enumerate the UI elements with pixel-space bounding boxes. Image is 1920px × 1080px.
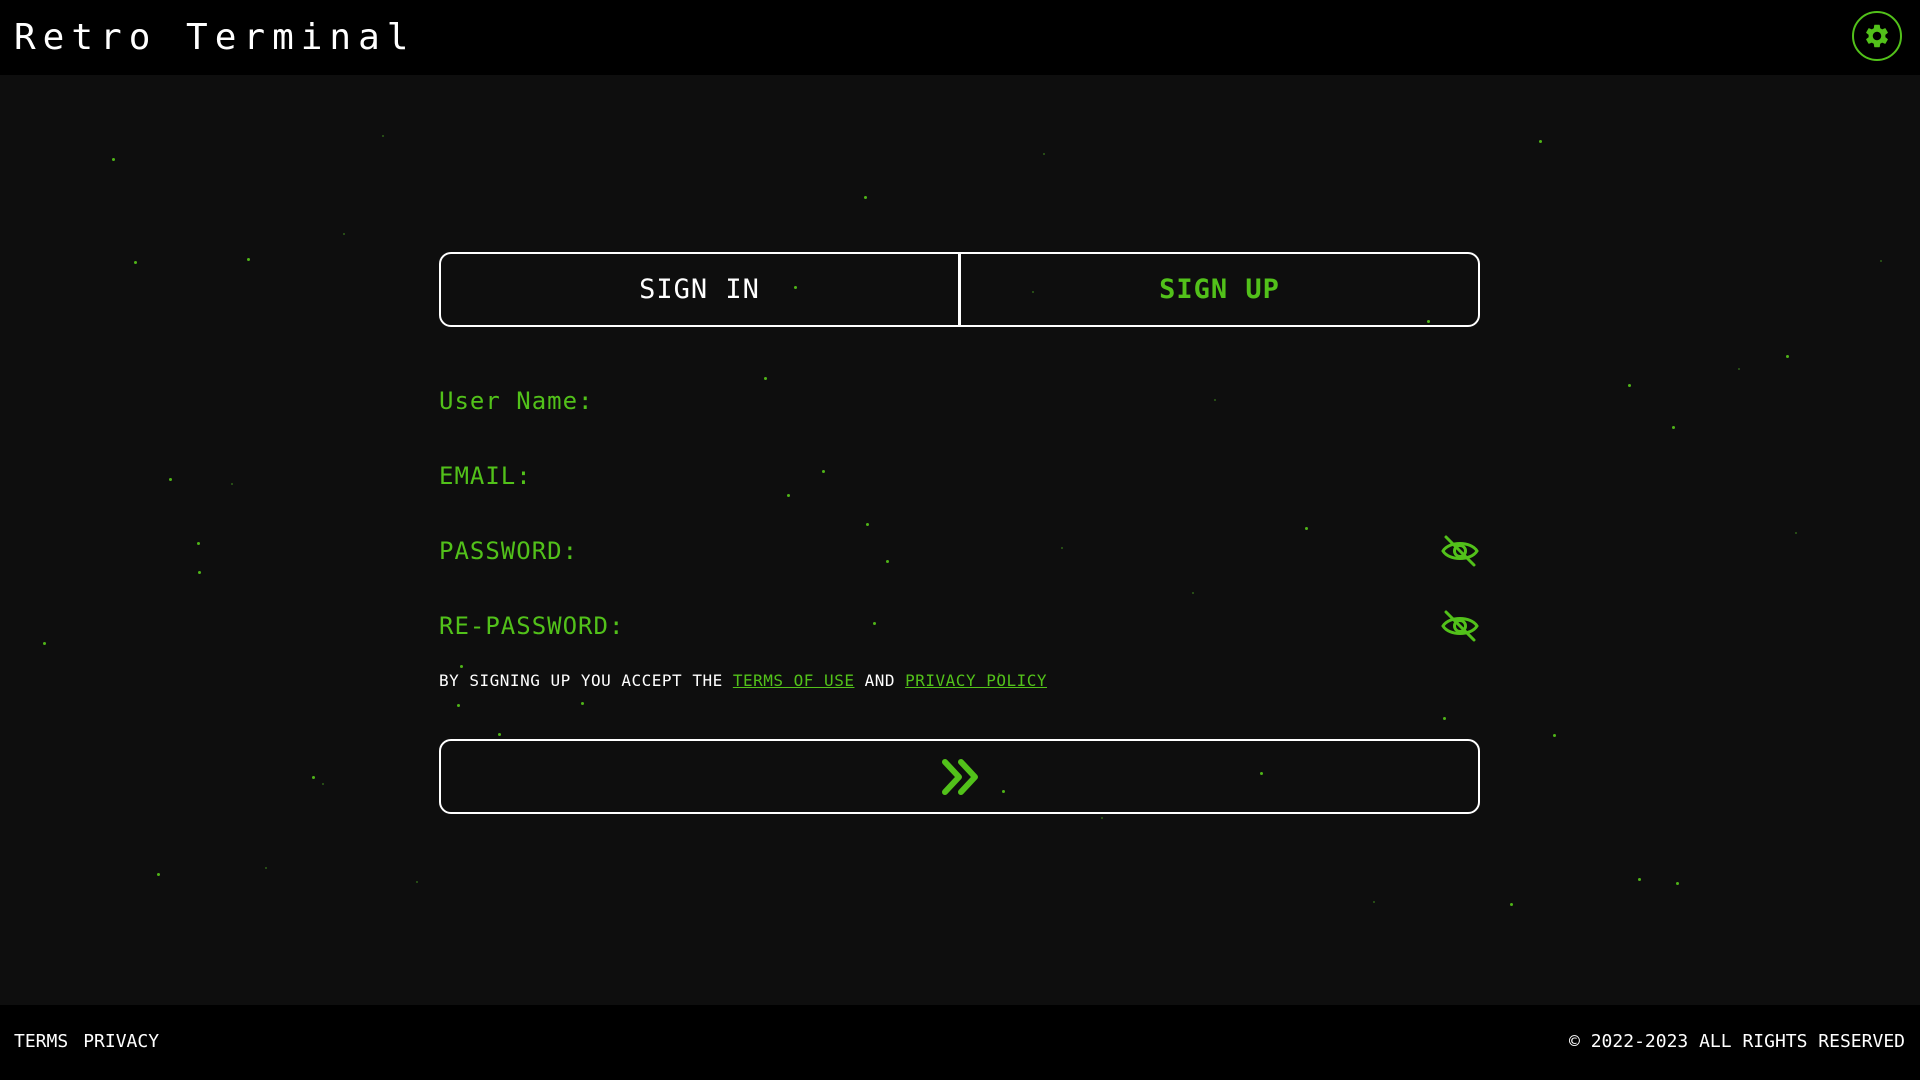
star bbox=[169, 478, 172, 481]
star bbox=[1101, 817, 1103, 819]
star bbox=[343, 233, 345, 235]
star bbox=[864, 196, 867, 199]
star bbox=[134, 261, 137, 264]
password-input[interactable] bbox=[588, 529, 1440, 572]
star bbox=[1672, 426, 1675, 429]
page: Retro Terminal SIGN IN SIGN UP User Name… bbox=[0, 0, 1920, 1080]
footer-privacy-link[interactable]: PRIVACY bbox=[83, 1031, 159, 1052]
star bbox=[231, 483, 233, 485]
eye-off-icon bbox=[1441, 535, 1479, 566]
footer-links: TERMS PRIVACY bbox=[14, 1031, 159, 1052]
star bbox=[247, 258, 250, 261]
signup-form: SIGN IN SIGN UP User Name: EMAIL: PASSWO… bbox=[439, 252, 1480, 814]
star bbox=[112, 158, 115, 161]
app-title: Retro Terminal bbox=[14, 17, 416, 58]
star bbox=[1539, 140, 1542, 143]
repassword-input[interactable] bbox=[634, 604, 1440, 647]
email-input[interactable] bbox=[541, 454, 1480, 497]
username-label: User Name: bbox=[439, 386, 594, 415]
copyright-text: © 2022-2023 ALL RIGHTS RESERVED bbox=[1569, 1031, 1905, 1052]
footer-terms-link[interactable]: TERMS bbox=[14, 1031, 68, 1052]
terms-prefix: BY SIGNING UP YOU ACCEPT THE bbox=[439, 671, 723, 690]
email-row: EMAIL: bbox=[439, 438, 1480, 513]
star bbox=[322, 783, 324, 785]
password-visibility-toggle[interactable] bbox=[1440, 531, 1480, 571]
username-input[interactable] bbox=[603, 379, 1480, 422]
settings-button[interactable] bbox=[1852, 11, 1902, 61]
star bbox=[265, 867, 267, 869]
tab-sign-up[interactable]: SIGN UP bbox=[958, 254, 1478, 325]
email-label: EMAIL: bbox=[439, 461, 532, 490]
star bbox=[1738, 368, 1740, 370]
footer-bar: TERMS PRIVACY © 2022-2023 ALL RIGHTS RES… bbox=[0, 1005, 1920, 1080]
auth-tabs: SIGN IN SIGN UP bbox=[439, 252, 1480, 327]
submit-button[interactable] bbox=[439, 739, 1480, 814]
terms-conjunction: AND bbox=[864, 671, 895, 690]
form-fields: User Name: EMAIL: PASSWORD: RE-PASSWORD: bbox=[439, 363, 1480, 663]
tab-sign-in[interactable]: SIGN IN bbox=[441, 254, 958, 325]
star bbox=[1553, 734, 1556, 737]
star bbox=[1628, 384, 1631, 387]
repassword-label: RE-PASSWORD: bbox=[439, 611, 625, 640]
header-bar: Retro Terminal bbox=[0, 0, 1920, 75]
star bbox=[157, 873, 160, 876]
star bbox=[1786, 355, 1789, 358]
password-label: PASSWORD: bbox=[439, 536, 579, 565]
password-row: PASSWORD: bbox=[439, 513, 1480, 588]
star bbox=[1510, 903, 1513, 906]
gear-icon bbox=[1866, 24, 1888, 48]
repassword-row: RE-PASSWORD: bbox=[439, 588, 1480, 663]
star bbox=[312, 776, 315, 779]
star bbox=[1795, 532, 1797, 534]
star bbox=[197, 542, 200, 545]
star bbox=[416, 881, 418, 883]
star bbox=[43, 642, 46, 645]
star bbox=[1043, 153, 1045, 155]
star bbox=[198, 571, 201, 574]
star bbox=[1676, 882, 1679, 885]
terms-notice: BY SIGNING UP YOU ACCEPT THE TERMS OF US… bbox=[439, 671, 1480, 690]
star bbox=[1373, 901, 1375, 903]
terms-of-use-link[interactable]: TERMS OF USE bbox=[733, 671, 855, 690]
star bbox=[1880, 260, 1882, 262]
username-row: User Name: bbox=[439, 363, 1480, 438]
eye-off-icon bbox=[1441, 610, 1479, 641]
star bbox=[1638, 878, 1641, 881]
repassword-visibility-toggle[interactable] bbox=[1440, 606, 1480, 646]
privacy-policy-link[interactable]: PRIVACY POLICY bbox=[905, 671, 1047, 690]
star bbox=[382, 135, 384, 137]
double-chevron-right-icon bbox=[941, 758, 978, 795]
